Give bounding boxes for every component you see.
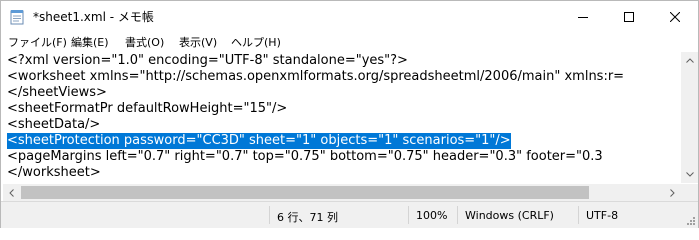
menu-help[interactable]: ヘルプ(H) xyxy=(231,34,281,50)
resize-grip-icon[interactable] xyxy=(685,215,695,225)
status-divider xyxy=(578,206,579,224)
menu-file[interactable]: ファイル(F) xyxy=(8,34,67,50)
arrow-left-icon xyxy=(9,188,14,197)
horizontal-scrollbar[interactable] xyxy=(3,184,681,201)
editor-line: <sheetFormatPr defaultRowHeight="15"/> xyxy=(7,101,288,116)
arrow-right-icon xyxy=(670,188,675,197)
scroll-up-button[interactable] xyxy=(681,52,698,69)
minimize-button[interactable] xyxy=(560,1,606,32)
arrow-up-icon xyxy=(685,58,694,63)
encoding: UTF-8 xyxy=(586,209,619,222)
scroll-down-button[interactable] xyxy=(681,166,698,183)
notepad-window: *sheet1.xml - メモ帳 ファイル(F) 編集(E) 書式(O) 表示… xyxy=(0,0,699,228)
status-divider xyxy=(457,206,458,224)
status-divider xyxy=(269,206,270,224)
menu-format[interactable]: 書式(O) xyxy=(125,34,164,50)
menu-edit[interactable]: 編集(E) xyxy=(71,34,109,50)
line-ending: Windows (CRLF) xyxy=(465,209,554,222)
editor-line: <worksheet xmlns="http://schemas.openxml… xyxy=(7,69,625,84)
window-title: *sheet1.xml - メモ帳 xyxy=(33,10,154,24)
editor-line-selected: <sheetProtection password="CC3D" sheet="… xyxy=(7,133,511,149)
scroll-right-button[interactable] xyxy=(664,184,681,201)
horizontal-scroll-thumb[interactable] xyxy=(21,186,589,199)
status-divider xyxy=(408,206,409,224)
maximize-icon xyxy=(624,11,634,22)
cursor-position: 6 行、71 列 xyxy=(277,211,338,224)
editor-line: </worksheet> xyxy=(7,165,101,180)
zoom-level: 100% xyxy=(416,209,448,222)
menu-view[interactable]: 表示(V) xyxy=(179,34,217,50)
close-button[interactable] xyxy=(652,1,698,32)
status-bar: 6 行、71 列 100% Windows (CRLF) UTF-8 xyxy=(1,201,698,228)
arrow-down-icon xyxy=(685,172,694,177)
scrollbar-corner xyxy=(681,184,698,201)
title-bar[interactable]: *sheet1.xml - メモ帳 xyxy=(1,1,698,32)
editor-line: <pageMargins left="0.7" right="0.7" top=… xyxy=(7,149,603,164)
editor-line: </sheetViews> xyxy=(7,85,107,100)
editor-line: <?xml version="1.0" encoding="UTF-8" sta… xyxy=(7,53,408,68)
minimize-icon xyxy=(578,16,588,18)
vertical-scrollbar[interactable] xyxy=(681,52,698,183)
close-icon xyxy=(670,11,680,22)
editor-line: <sheetData/> xyxy=(7,117,101,132)
text-editor[interactable]: <?xml version="1.0" encoding="UTF-8" sta… xyxy=(3,52,679,184)
maximize-button[interactable] xyxy=(606,1,652,32)
scroll-left-button[interactable] xyxy=(3,184,20,201)
menu-bar: ファイル(F) 編集(E) 書式(O) 表示(V) ヘルプ(H) xyxy=(1,32,698,52)
notepad-icon xyxy=(10,10,24,25)
